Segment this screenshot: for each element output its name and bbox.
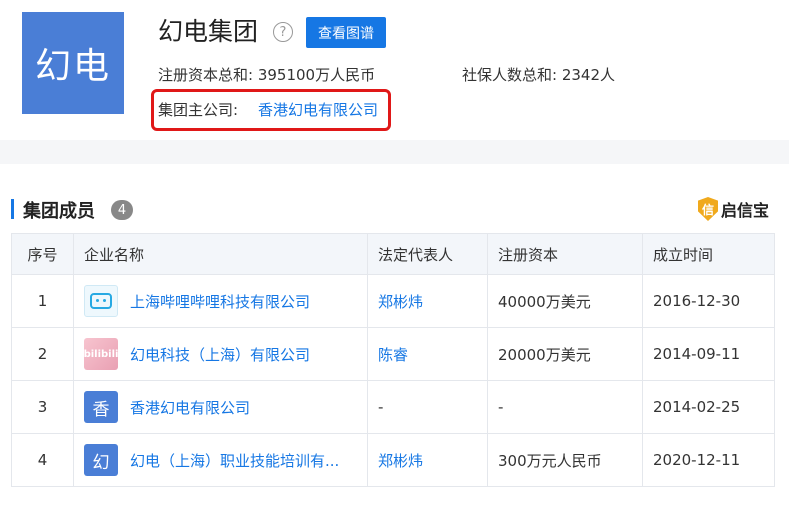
company-header: 幻电 幻电集团 ? 查看图谱 注册资本总和: 395100万人民币 社保人数总和… [0,0,789,140]
col-header-capital: 注册资本 [487,233,643,275]
col-header-legal-rep: 法定代表人 [367,233,488,275]
company-name-link[interactable]: 上海哔哩哔哩科技有限公司 [130,291,310,312]
brand-watermark: 信 启信宝 [698,197,769,221]
row-index: 3 [11,380,74,434]
row-index: 2 [11,327,74,381]
company-name-link[interactable]: 幻电（上海）职业技能培训有... [130,450,339,471]
company-logo: 幻电 [22,12,124,114]
founded-cell: 2016-12-30 [642,274,775,328]
legal-rep-link[interactable]: 郑彬炜 [378,452,423,470]
founded-cell: 2014-02-25 [642,380,775,434]
member-count-badge: 4 [111,200,133,220]
table-row: 1 上海哔哩哔哩科技有限公司 郑彬炜 40000万美元 2016-12-30 [11,274,775,328]
col-header-company: 企业名称 [73,233,368,275]
legal-rep-link[interactable]: 陈睿 [378,346,408,364]
view-graph-button[interactable]: 查看图谱 [306,17,386,48]
capital-cell: 40000万美元 [487,274,643,328]
founded-cell: 2014-09-11 [642,327,775,381]
founded-cell: 2020-12-11 [642,433,775,487]
social-insurance-total: 社保人数总和: 2342人 [462,66,615,84]
company-name-link[interactable]: 香港幻电有限公司 [130,397,250,418]
company-name-link[interactable]: 幻电科技（上海）有限公司 [130,344,310,365]
table-row: 3 香 香港幻电有限公司 - - 2014-02-25 [11,380,775,434]
company-initial-logo: 香 [84,391,118,423]
parent-company-link[interactable]: 香港幻电有限公司 [258,99,378,120]
capital-cell: 300万元人民币 [487,433,643,487]
section-title: 集团成员 [23,201,95,222]
brand-name: 启信宝 [721,201,770,220]
company-initial-logo: 幻 [84,444,118,476]
parent-company-label: 集团主公司: [158,101,239,119]
page-title: 幻电集团 [158,17,259,46]
registered-capital-total: 注册资本总和: 395100万人民币 [158,66,376,84]
section-divider [0,140,789,164]
table-header-row: 序号 企业名称 法定代表人 注册资本 成立时间 [11,233,775,275]
shield-icon: 信 [698,197,718,221]
section-accent-bar [11,199,14,219]
capital-cell: 20000万美元 [487,327,643,381]
members-table: 序号 企业名称 法定代表人 注册资本 成立时间 1 上海哔哩哔哩科技有限公司 郑… [11,233,775,487]
col-header-index: 序号 [11,233,74,275]
row-index: 4 [11,433,74,487]
capital-cell: - [487,380,643,434]
legal-rep-link[interactable]: 郑彬炜 [378,293,423,311]
table-row: 4 幻 幻电（上海）职业技能培训有... 郑彬炜 300万元人民币 2020-1… [11,433,775,487]
col-header-founded: 成立时间 [642,233,775,275]
bilibili-pink-logo: bilibili [84,338,118,370]
legal-rep-cell: - [367,380,488,434]
row-index: 1 [11,274,74,328]
bilibili-tv-logo [84,285,118,317]
table-row: 2 bilibili 幻电科技（上海）有限公司 陈睿 20000万美元 2014… [11,327,775,381]
help-icon[interactable]: ? [273,22,293,42]
